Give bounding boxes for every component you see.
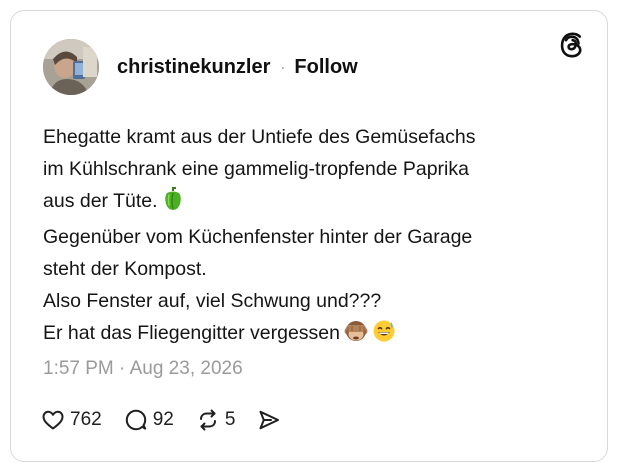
like-count: 762 [70,409,102,430]
threads-logo-icon[interactable] [559,31,585,59]
post-line: Ehegatte kramt aus der Untiefe des Gemüs… [43,126,476,148]
comment-bubble-icon [124,408,148,432]
post-line: steht der Kompost. [43,258,207,280]
avatar[interactable] [43,39,99,95]
reply-button[interactable]: 92 [124,408,174,432]
post-line: im Kühlschrank eine gammelig-tropfende P… [43,158,469,180]
post-header: christinekunzler · Follow [43,39,358,95]
share-button[interactable] [257,408,281,432]
like-button[interactable]: 762 [41,408,102,432]
see-no-evil-monkey-emoji [344,319,368,353]
follow-button[interactable]: Follow [294,56,357,79]
post-line-with-emoji: aus der Tüte. [43,185,583,221]
send-icon [257,408,281,432]
post-body: Ehegatte kramt aus der Untiefe des Gemüs… [43,121,583,353]
post-line: Gegenüber vom Küchenfenster hinter der G… [43,226,473,248]
repost-button[interactable]: 5 [196,408,236,432]
post-actions: 762 92 5 [41,408,303,432]
grinning-sweat-emoji [372,319,396,353]
post-line-with-emoji: Er hat das Fliegengitter vergessen [43,317,583,353]
separator-dot: · [280,58,286,76]
repost-icon [196,408,220,432]
reply-count: 92 [152,409,174,430]
heart-icon [41,408,65,432]
post-timestamp[interactable]: 1:57 PM · Aug 23, 2026 [43,358,243,380]
username[interactable]: christinekunzler [117,56,270,79]
post-card: christinekunzler · Follow Ehegatte kramt… [10,10,608,462]
post-line: Also Fenster auf, viel Schwung und??? [43,290,382,312]
repost-count: 5 [224,409,236,430]
post-line-text: aus der Tüte. [43,190,158,212]
post-line-text: Er hat das Fliegengitter vergessen [43,322,340,344]
green-pepper-emoji [162,187,184,221]
